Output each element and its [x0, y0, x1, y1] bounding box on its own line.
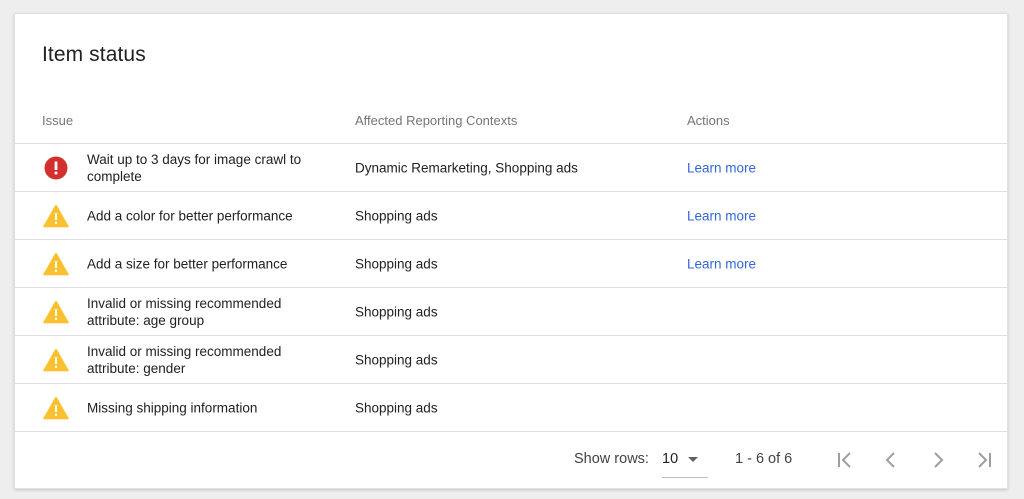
- table-row: Invalid or missing recommended attribute…: [15, 336, 1007, 384]
- pagination-range: 1 - 6 of 6: [735, 451, 793, 467]
- item-status-card: Item status Issue Affected Reporting Con…: [14, 13, 1008, 489]
- contexts-text: Shopping ads: [355, 256, 438, 271]
- learn-more-link[interactable]: Learn more: [687, 256, 756, 271]
- contexts-text: Dynamic Remarketing, Shopping ads: [355, 160, 578, 175]
- table-row: Add a size for better performance Shoppi…: [15, 240, 1007, 288]
- learn-more-link[interactable]: Learn more: [687, 208, 756, 223]
- issue-text: Wait up to 3 days for image crawl to com…: [87, 151, 302, 184]
- pagination-footer: Show rows: 10 1 - 6 of 6: [15, 432, 1007, 488]
- header-actions: Actions: [687, 113, 730, 128]
- chevron-right-icon[interactable]: [926, 448, 950, 472]
- card-title: Item status: [42, 43, 146, 66]
- issue-text: Invalid or missing recommended attribute…: [87, 295, 282, 328]
- contexts-text: Shopping ads: [355, 304, 438, 319]
- table-row: Invalid or missing recommended attribute…: [15, 288, 1007, 336]
- table-header: Issue Affected Reporting Contexts Action…: [15, 108, 1007, 144]
- header-affected-contexts: Affected Reporting Contexts: [355, 113, 518, 128]
- issue-text: Missing shipping information: [87, 400, 258, 415]
- warning-icon: [43, 300, 69, 324]
- issues-table: Issue Affected Reporting Contexts Action…: [15, 108, 1007, 432]
- contexts-text: Shopping ads: [355, 400, 438, 415]
- first-page-icon[interactable]: [833, 448, 857, 472]
- chevron-left-icon[interactable]: [879, 448, 903, 472]
- warning-icon: [43, 204, 69, 228]
- table-row: Add a color for better performance Shopp…: [15, 192, 1007, 240]
- issue-text: Add a color for better performance: [87, 208, 293, 223]
- learn-more-link[interactable]: Learn more: [687, 160, 756, 175]
- issue-text: Invalid or missing recommended attribute…: [87, 343, 282, 376]
- show-rows-label: Show rows:: [574, 451, 649, 467]
- warning-icon: [43, 252, 69, 276]
- issue-text: Add a size for better performance: [87, 256, 288, 271]
- rows-per-page-value: 10: [662, 451, 679, 467]
- warning-icon: [43, 396, 69, 420]
- contexts-text: Shopping ads: [355, 352, 438, 367]
- contexts-text: Shopping ads: [355, 208, 438, 223]
- table-row: Wait up to 3 days for image crawl to com…: [15, 144, 1007, 192]
- header-issue: Issue: [42, 113, 74, 128]
- error-icon: [43, 156, 69, 180]
- last-page-icon[interactable]: [972, 448, 996, 472]
- dropdown-arrow-icon: [688, 457, 698, 462]
- table-row: Missing shipping information Shopping ad…: [15, 384, 1007, 432]
- warning-icon: [43, 348, 69, 372]
- rows-per-page-select[interactable]: 10: [662, 444, 708, 478]
